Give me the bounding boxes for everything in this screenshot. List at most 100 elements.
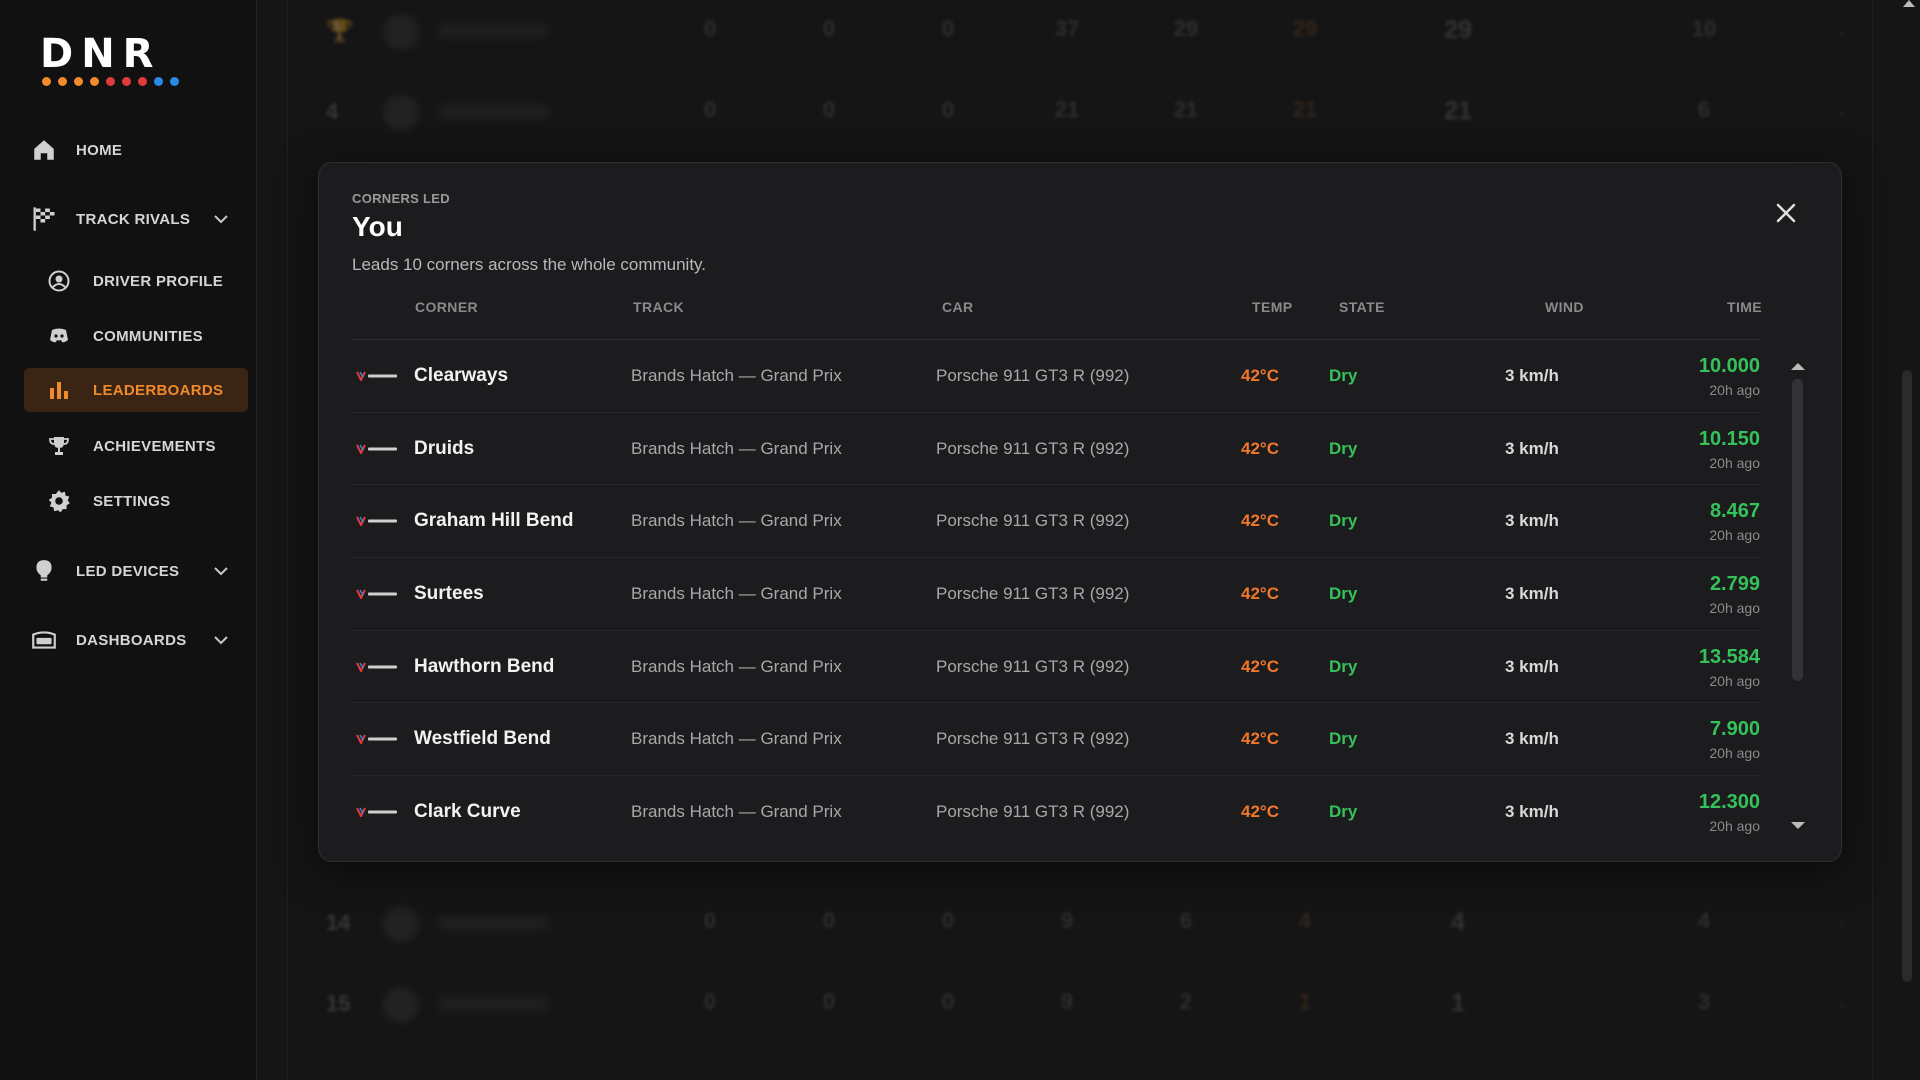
sidebar-item-leaderboards[interactable]: LEADERBOARDS bbox=[24, 368, 248, 412]
page-scrollbar[interactable] bbox=[1902, 370, 1912, 982]
corner-time: 8.467 bbox=[1709, 500, 1760, 523]
temperature: 42°C bbox=[1241, 366, 1279, 385]
table-cell: 1 bbox=[1298, 989, 1312, 1014]
wind-speed: 3 km/h bbox=[1505, 438, 1559, 458]
sidebar-item-led-devices[interactable]: LED DEVICES bbox=[0, 549, 257, 593]
table-row[interactable]: Hawthorn Bend Brands Hatch — Grand Prix … bbox=[352, 631, 1760, 704]
table-row[interactable]: 4 0 0 0 21 21 21 21 6 › bbox=[288, 75, 1874, 155]
table-row[interactable]: 15 0 0 0 9 2 1 1 3 › bbox=[288, 967, 1874, 1047]
chevron-right-icon: › bbox=[1838, 103, 1844, 123]
trophy-icon bbox=[46, 433, 72, 459]
logo-dot bbox=[74, 77, 83, 86]
table-cell: 1 bbox=[1451, 989, 1465, 1017]
logo-dots bbox=[42, 77, 214, 86]
temperature: 42°C bbox=[1241, 584, 1279, 604]
time-ago: 20h ago bbox=[1709, 745, 1760, 762]
table-row[interactable]: Graham Hill Bend Brands Hatch — Grand Pr… bbox=[352, 485, 1760, 559]
table-cell: 21 bbox=[1054, 97, 1080, 122]
table-row[interactable]: Clearways Brands Hatch — Grand Prix Pors… bbox=[352, 340, 1760, 413]
table-cell: 2 bbox=[1179, 989, 1193, 1014]
sidebar-item-label: DRIVER PROFILE bbox=[93, 272, 224, 290]
column-header-time[interactable]: TIME bbox=[1727, 299, 1762, 315]
corner-time: 13.584 bbox=[1698, 645, 1760, 668]
table-cell: 6 bbox=[1179, 908, 1193, 933]
table-row[interactable]: 14 0 0 0 9 6 4 4 4 › bbox=[288, 886, 1874, 966]
scrollbar-thumb[interactable] bbox=[1792, 379, 1803, 681]
column-header-state[interactable]: STATE bbox=[1339, 299, 1385, 315]
track-name: Brands Hatch — Grand Prix bbox=[631, 584, 842, 604]
sidebar-item-driver-profile[interactable]: DRIVER PROFILE bbox=[0, 259, 257, 303]
chevron-down-icon[interactable] bbox=[212, 210, 230, 228]
avatar bbox=[383, 987, 419, 1023]
car-name: Porsche 911 GT3 R (992) bbox=[936, 729, 1130, 749]
sidebar-item-track-rivals[interactable]: TRACK RIVALS bbox=[0, 197, 257, 241]
dnr-logo[interactable]: DNR bbox=[40, 34, 214, 86]
time-ago: 20h ago bbox=[1709, 672, 1760, 689]
driver-name bbox=[438, 916, 548, 930]
scroll-down-arrow[interactable] bbox=[1791, 822, 1805, 829]
logo-dot bbox=[58, 77, 67, 86]
time-ago: 20h ago bbox=[1709, 818, 1760, 835]
table-row[interactable]: 🏆 0 0 0 37 29 29 29 10 › bbox=[288, 0, 1874, 74]
corner-time: 12.300 bbox=[1698, 791, 1760, 814]
column-header-car[interactable]: CAR bbox=[942, 299, 974, 315]
car-name: Porsche 911 GT3 R (992) bbox=[936, 511, 1130, 531]
column-header-wind[interactable]: WIND bbox=[1545, 299, 1584, 315]
table-cell: 29 bbox=[1292, 16, 1318, 41]
track-state: Dry bbox=[1329, 656, 1358, 676]
table-row[interactable]: Surtees Brands Hatch — Grand Prix Porsch… bbox=[352, 558, 1760, 631]
time-ago: 20h ago bbox=[1709, 382, 1760, 398]
sidebar-item-settings[interactable]: SETTINGS bbox=[0, 479, 257, 523]
driver-name bbox=[438, 24, 548, 38]
car-brand-logo-icon bbox=[356, 662, 397, 672]
table-row[interactable]: Clark Curve Brands Hatch — Grand Prix Po… bbox=[352, 776, 1760, 849]
column-header-track[interactable]: TRACK bbox=[633, 299, 684, 315]
sidebar-item-label: DASHBOARDS bbox=[76, 631, 187, 649]
corners-table-body: Clearways Brands Hatch — Grand Prix Pors… bbox=[352, 340, 1760, 850]
car-brand-logo-icon bbox=[356, 444, 397, 454]
sidebar-item-dashboards[interactable]: DASHBOARDS bbox=[0, 618, 257, 662]
table-cell: 0 bbox=[703, 97, 717, 122]
chevron-down-icon[interactable] bbox=[212, 562, 230, 580]
table-row[interactable]: Druids Brands Hatch — Grand Prix Porsche… bbox=[352, 413, 1760, 486]
chevron-down-icon[interactable] bbox=[212, 631, 230, 649]
sidebar-item-achievements[interactable]: ACHIEVEMENTS bbox=[0, 424, 257, 468]
column-header-corner[interactable]: CORNER bbox=[415, 299, 478, 315]
table-cell: 21 bbox=[1292, 97, 1318, 122]
time-ago: 20h ago bbox=[1709, 454, 1760, 471]
table-cell: 0 bbox=[703, 989, 717, 1014]
logo-dot bbox=[42, 77, 51, 86]
car-name: Porsche 911 GT3 R (992) bbox=[936, 366, 1130, 385]
logo-dot bbox=[90, 77, 99, 86]
checkered-flag-icon bbox=[30, 205, 58, 233]
table-scrollbar[interactable] bbox=[1791, 363, 1805, 829]
temperature: 42°C bbox=[1241, 438, 1279, 458]
column-header-temp[interactable]: TEMP bbox=[1252, 299, 1293, 315]
table-cell: 37 bbox=[1054, 16, 1080, 41]
table-row[interactable]: Westfield Bend Brands Hatch — Grand Prix… bbox=[352, 703, 1760, 777]
logo-dot bbox=[170, 77, 179, 86]
corner-time: 10.000 bbox=[1698, 355, 1760, 377]
wind-speed: 3 km/h bbox=[1505, 511, 1559, 531]
track-name: Brands Hatch — Grand Prix bbox=[631, 366, 842, 385]
track-state: Dry bbox=[1329, 438, 1358, 458]
wind-speed: 3 km/h bbox=[1505, 729, 1559, 749]
corner-name: Graham Hill Bend bbox=[414, 510, 574, 532]
home-icon bbox=[30, 136, 58, 164]
car-brand-logo-icon bbox=[356, 734, 397, 745]
user-circle-icon bbox=[46, 268, 72, 294]
sidebar-item-label: HOME bbox=[76, 141, 123, 159]
close-icon[interactable] bbox=[1771, 198, 1801, 228]
sidebar-item-communities[interactable]: COMMUNITIES bbox=[0, 314, 257, 358]
sidebar-item-home[interactable]: HOME bbox=[0, 128, 257, 172]
car-name: Porsche 911 GT3 R (992) bbox=[936, 438, 1130, 458]
scroll-up-arrow[interactable] bbox=[1903, 0, 1915, 7]
sidebar-item-label: LEADERBOARDS bbox=[93, 381, 224, 399]
wind-speed: 3 km/h bbox=[1505, 802, 1559, 822]
table-cell: 4 bbox=[1697, 908, 1711, 933]
temperature: 42°C bbox=[1241, 729, 1279, 749]
car-name: Porsche 911 GT3 R (992) bbox=[936, 656, 1130, 676]
track-state: Dry bbox=[1329, 802, 1358, 822]
modal-label: CORNERS LED bbox=[352, 191, 450, 206]
scroll-up-arrow[interactable] bbox=[1791, 363, 1805, 370]
